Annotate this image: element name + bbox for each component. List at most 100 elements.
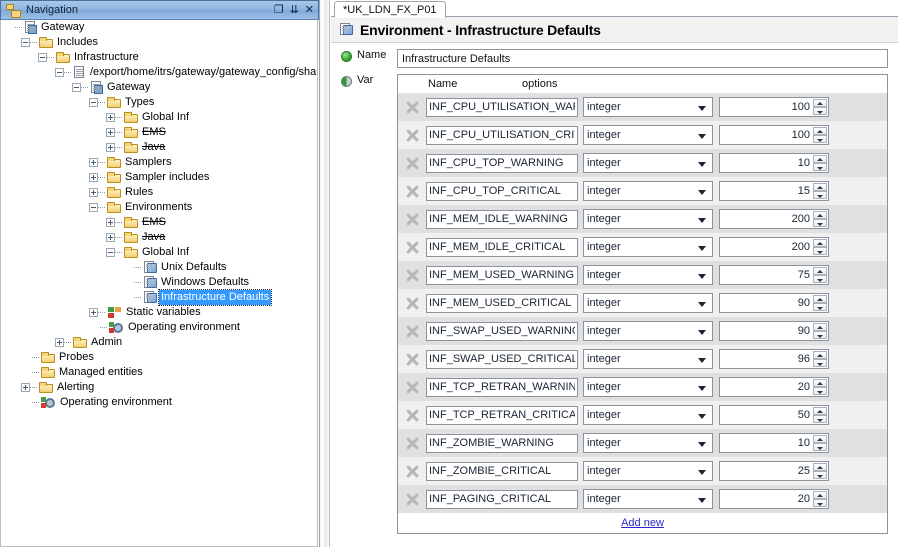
tree-item-gateway[interactable]: Gateway — [1, 80, 317, 95]
collapse-icon[interactable] — [89, 203, 98, 212]
stepper-buttons[interactable] — [813, 211, 827, 227]
stepper-down-icon[interactable] — [813, 303, 827, 311]
expand-icon[interactable] — [89, 173, 98, 182]
variable-type-select[interactable]: integer — [583, 321, 713, 341]
stepper-buttons[interactable] — [813, 379, 827, 395]
stepper-down-icon[interactable] — [813, 275, 827, 283]
delete-variable-icon[interactable] — [403, 378, 422, 397]
variable-value-stepper[interactable]: 50 — [719, 405, 829, 425]
tree-item-environments[interactable]: Environments — [1, 200, 317, 215]
expand-icon[interactable] — [106, 143, 115, 152]
panel-splitter[interactable] — [320, 0, 330, 547]
tree-item-operating-environment[interactable]: Operating environment — [1, 395, 317, 410]
delete-variable-icon[interactable] — [403, 350, 422, 369]
delete-variable-icon[interactable] — [403, 266, 422, 285]
tree-item-admin[interactable]: Admin — [1, 335, 317, 350]
tree-item-unix-defaults[interactable]: Unix Defaults — [1, 260, 317, 275]
stepper-down-icon[interactable] — [813, 191, 827, 199]
variable-name-input[interactable] — [426, 97, 578, 117]
stepper-up-icon[interactable] — [813, 239, 827, 247]
stepper-up-icon[interactable] — [813, 267, 827, 275]
delete-variable-icon[interactable] — [403, 182, 422, 201]
expand-icon[interactable] — [106, 128, 115, 137]
stepper-up-icon[interactable] — [813, 99, 827, 107]
tree-item-includes[interactable]: Includes — [1, 35, 317, 50]
restore-icon[interactable]: ❐ — [274, 3, 284, 17]
delete-variable-icon[interactable] — [403, 98, 422, 117]
expand-icon[interactable] — [55, 338, 64, 347]
variable-type-select[interactable]: integer — [583, 433, 713, 453]
variable-name-input[interactable] — [426, 349, 578, 369]
stepper-down-icon[interactable] — [813, 443, 827, 451]
stepper-down-icon[interactable] — [813, 415, 827, 423]
variable-name-input[interactable] — [426, 377, 578, 397]
stepper-buttons[interactable] — [813, 127, 827, 143]
variable-value-stepper[interactable]: 100 — [719, 125, 829, 145]
tree-item-alerting[interactable]: Alerting — [1, 380, 317, 395]
variable-type-select[interactable]: integer — [583, 181, 713, 201]
tree-item-ems[interactable]: EMS — [1, 125, 317, 140]
variable-name-input[interactable] — [426, 125, 578, 145]
stepper-buttons[interactable] — [813, 267, 827, 283]
pin-icon[interactable]: ⇊ — [290, 3, 299, 17]
stepper-down-icon[interactable] — [813, 219, 827, 227]
variable-name-input[interactable] — [426, 209, 578, 229]
collapse-icon[interactable] — [106, 248, 115, 257]
variable-type-select[interactable]: integer — [583, 489, 713, 509]
stepper-up-icon[interactable] — [813, 295, 827, 303]
delete-variable-icon[interactable] — [403, 210, 422, 229]
tree-item-managed-entities[interactable]: Managed entities — [1, 365, 317, 380]
tree-item-ems[interactable]: EMS — [1, 215, 317, 230]
stepper-up-icon[interactable] — [813, 491, 827, 499]
stepper-up-icon[interactable] — [813, 127, 827, 135]
variable-type-select[interactable]: integer — [583, 377, 713, 397]
variable-name-input[interactable] — [426, 237, 578, 257]
stepper-down-icon[interactable] — [813, 359, 827, 367]
expand-icon[interactable] — [106, 113, 115, 122]
delete-variable-icon[interactable] — [403, 406, 422, 425]
variable-value-stepper[interactable]: 75 — [719, 265, 829, 285]
variable-value-stepper[interactable]: 20 — [719, 377, 829, 397]
variable-name-input[interactable] — [426, 153, 578, 173]
stepper-down-icon[interactable] — [813, 247, 827, 255]
stepper-down-icon[interactable] — [813, 387, 827, 395]
variable-type-select[interactable]: integer — [583, 125, 713, 145]
stepper-up-icon[interactable] — [813, 351, 827, 359]
name-input[interactable] — [397, 49, 888, 68]
variable-name-input[interactable] — [426, 293, 578, 313]
expand-icon[interactable] — [106, 233, 115, 242]
expand-icon[interactable] — [21, 383, 30, 392]
stepper-up-icon[interactable] — [813, 323, 827, 331]
collapse-icon[interactable] — [21, 38, 30, 47]
stepper-buttons[interactable] — [813, 407, 827, 423]
collapse-icon[interactable] — [55, 68, 64, 77]
stepper-buttons[interactable] — [813, 435, 827, 451]
expand-icon[interactable] — [89, 308, 98, 317]
stepper-buttons[interactable] — [813, 183, 827, 199]
tree-item-infrastructure[interactable]: Infrastructure — [1, 50, 317, 65]
stepper-up-icon[interactable] — [813, 407, 827, 415]
variable-type-select[interactable]: integer — [583, 209, 713, 229]
delete-variable-icon[interactable] — [403, 490, 422, 509]
navigation-tree[interactable]: Gateway Includes Infrastructure/export/hom… — [0, 20, 318, 547]
expand-icon[interactable] — [106, 218, 115, 227]
variable-type-select[interactable]: integer — [583, 97, 713, 117]
stepper-down-icon[interactable] — [813, 163, 827, 171]
tree-item-types[interactable]: Types — [1, 95, 317, 110]
stepper-buttons[interactable] — [813, 155, 827, 171]
tree-item-windows-defaults[interactable]: Windows Defaults — [1, 275, 317, 290]
variable-value-stepper[interactable]: 200 — [719, 209, 829, 229]
stepper-up-icon[interactable] — [813, 379, 827, 387]
variable-value-stepper[interactable]: 90 — [719, 321, 829, 341]
variable-value-stepper[interactable]: 15 — [719, 181, 829, 201]
variable-type-select[interactable]: integer — [583, 153, 713, 173]
delete-variable-icon[interactable] — [403, 322, 422, 341]
variable-value-stepper[interactable]: 25 — [719, 461, 829, 481]
stepper-up-icon[interactable] — [813, 183, 827, 191]
delete-variable-icon[interactable] — [403, 238, 422, 257]
stepper-down-icon[interactable] — [813, 499, 827, 507]
delete-variable-icon[interactable] — [403, 294, 422, 313]
tree-item-samplers[interactable]: Samplers — [1, 155, 317, 170]
tree-item-operating-environment[interactable]: Operating environment — [1, 320, 317, 335]
stepper-down-icon[interactable] — [813, 331, 827, 339]
